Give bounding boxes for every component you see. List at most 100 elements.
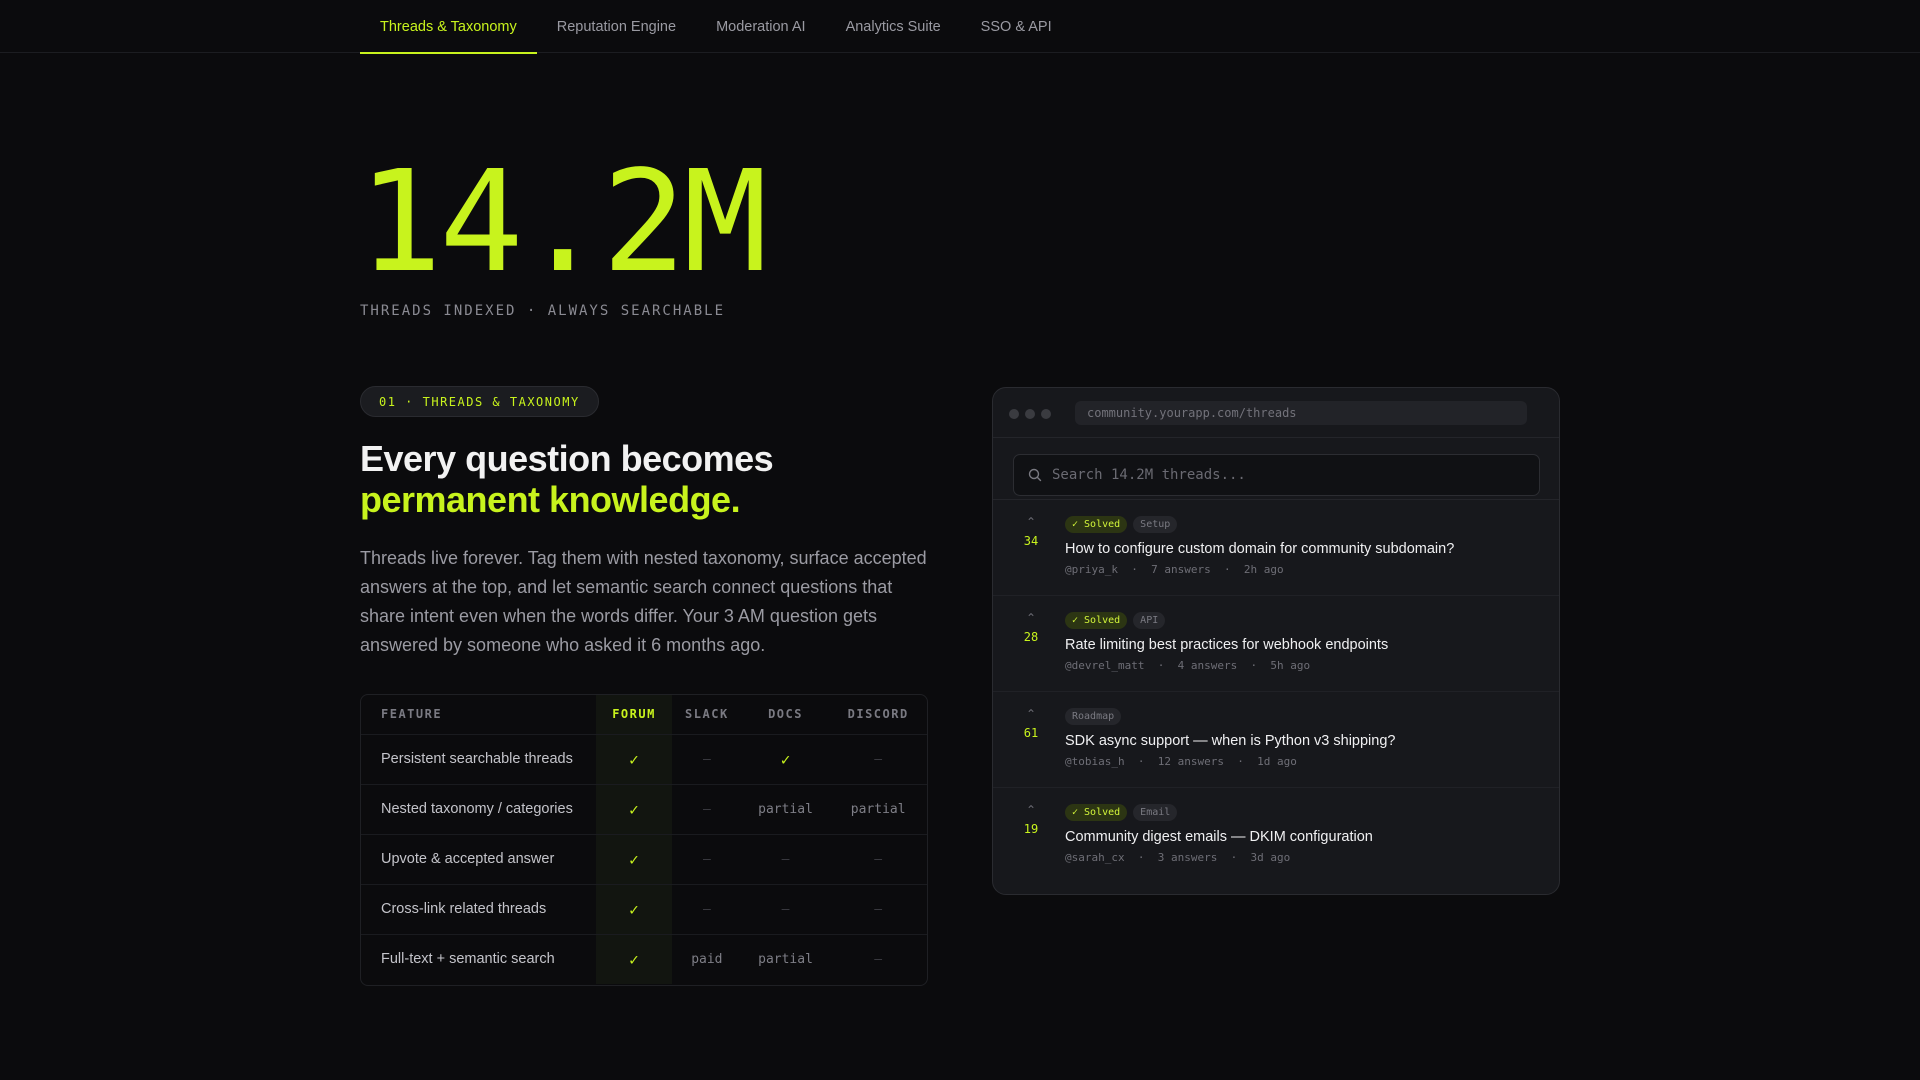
table-header-row: FEATURE FORUM SLACK DOCS DISCORD — [361, 695, 927, 735]
vote-count: 28 — [1023, 630, 1039, 644]
thread-search-box[interactable] — [1013, 454, 1540, 496]
thread-author[interactable]: @tobias_h — [1065, 755, 1125, 768]
window-dot-icon — [1009, 409, 1019, 419]
thread-time: 5h ago — [1270, 659, 1311, 672]
slack-cell: — — [672, 884, 742, 935]
thread-title[interactable]: Rate limiting best practices for webhook… — [1065, 636, 1535, 654]
feature-cell: Persistent searchable threads — [361, 734, 596, 785]
thread-time: 3d ago — [1250, 851, 1291, 864]
thread-answers: 7 answers — [1151, 563, 1211, 576]
window-dot-icon — [1041, 409, 1051, 419]
feature-tabs: Threads & Taxonomy Reputation Engine Mod… — [360, 0, 1072, 54]
section-pill: 01 · THREADS & TAXONOMY — [360, 386, 599, 417]
hero-stat-number: 14.2M — [358, 141, 767, 304]
thread-author[interactable]: @priya_k — [1065, 563, 1118, 576]
thread-author[interactable]: @sarah_cx — [1065, 851, 1125, 864]
forum-cell: ✓ — [596, 934, 672, 984]
header-forum: FORUM — [596, 695, 672, 735]
solved-badge: ✓ Solved — [1065, 612, 1128, 629]
vote-widget: ⌃ 34 — [1013, 516, 1049, 548]
thread-item[interactable]: ⌃ 28 ✓ Solved API Rate limiting best pra… — [993, 596, 1559, 692]
section-headline: Every question becomes permanent knowled… — [360, 438, 774, 520]
docs-cell: — — [741, 834, 830, 885]
thread-time: 2h ago — [1243, 563, 1284, 576]
search-icon — [1028, 468, 1042, 482]
table-row: Persistent searchable threads ✓ — ✓ — — [361, 734, 927, 785]
docs-cell: partial — [741, 784, 830, 835]
category-tag[interactable]: API — [1133, 612, 1166, 629]
address-bar[interactable]: community.yourapp.com/threads — [1075, 401, 1527, 425]
table-row: Cross-link related threads ✓ — — — — [361, 884, 927, 935]
forum-cell: ✓ — [596, 784, 672, 835]
forum-cell: ✓ — [596, 834, 672, 885]
upvote-icon[interactable]: ⌃ — [1013, 612, 1049, 624]
forum-cell: ✓ — [596, 734, 672, 785]
thread-item[interactable]: ⌃ 61 Roadmap SDK async support — when is… — [993, 692, 1559, 788]
comparison-table: FEATURE FORUM SLACK DOCS DISCORD Persist… — [360, 694, 928, 986]
header-docs: DOCS — [741, 695, 830, 735]
thread-answers: 4 answers — [1177, 659, 1238, 672]
tab-threads-taxonomy[interactable]: Threads & Taxonomy — [360, 0, 537, 54]
slack-cell: — — [672, 784, 742, 835]
vote-widget: ⌃ 28 — [1013, 612, 1049, 644]
thread-title[interactable]: SDK async support — when is Python v3 sh… — [1065, 732, 1535, 750]
forum-cell: ✓ — [596, 884, 672, 935]
thread-title[interactable]: Community digest emails — DKIM configura… — [1065, 828, 1535, 846]
upvote-icon[interactable]: ⌃ — [1013, 804, 1049, 816]
header-discord: DISCORD — [829, 695, 927, 735]
solved-badge: ✓ Solved — [1065, 804, 1128, 821]
search-input[interactable] — [1052, 467, 1532, 483]
tab-sso-api[interactable]: SSO & API — [961, 0, 1072, 53]
headline-line-1: Every question becomes — [360, 438, 774, 479]
thread-time: 1d ago — [1257, 755, 1297, 768]
discord-cell: — — [829, 734, 927, 785]
thread-answers: 3 answers — [1157, 851, 1218, 864]
table-row: Full-text + semantic search ✓ paid parti… — [361, 934, 927, 984]
table-row: Nested taxonomy / categories ✓ — partial… — [361, 784, 927, 835]
browser-titlebar: community.yourapp.com/threads — [993, 388, 1559, 438]
solved-badge: ✓ Solved — [1065, 516, 1128, 533]
tab-reputation-engine[interactable]: Reputation Engine — [537, 0, 696, 53]
thread-answers: 12 answers — [1157, 755, 1224, 768]
search-row — [993, 438, 1559, 500]
thread-meta: @tobias_h · 12 answers · 1d ago — [1065, 755, 1297, 768]
docs-cell: partial — [758, 951, 813, 967]
thread-meta: @sarah_cx · 3 answers · 3d ago — [1065, 851, 1291, 864]
feature-cell: Upvote & accepted answer — [361, 834, 596, 885]
category-tag[interactable]: Roadmap — [1065, 708, 1122, 725]
upvote-icon[interactable]: ⌃ — [1013, 708, 1049, 720]
slack-cell: paid — [691, 951, 723, 967]
vote-count: 34 — [1023, 534, 1039, 548]
table-row: Upvote & accepted answer ✓ — — — — [361, 834, 927, 885]
section-description: Threads live forever. Tag them with nest… — [360, 548, 927, 655]
vote-count: 19 — [1023, 822, 1039, 836]
thread-title[interactable]: How to configure custom domain for commu… — [1065, 540, 1535, 558]
discord-cell: partial — [829, 784, 927, 835]
discord-cell: — — [874, 951, 883, 967]
hero-stat-subtitle: THREADS INDEXED · ALWAYS SEARCHABLE — [360, 303, 726, 319]
feature-cell: Full-text + semantic search — [381, 951, 555, 968]
vote-count: 61 — [1023, 726, 1039, 740]
tab-analytics-suite[interactable]: Analytics Suite — [826, 0, 961, 53]
window-dot-icon — [1025, 409, 1035, 419]
community-preview-window: community.yourapp.com/threads ⌃ 34 ✓ Sol… — [992, 387, 1560, 895]
top-nav: Threads & Taxonomy Reputation Engine Mod… — [0, 0, 1920, 54]
thread-item[interactable]: ⌃ 19 ✓ Solved Email Community digest ema… — [993, 788, 1559, 884]
vote-widget: ⌃ 61 — [1013, 708, 1049, 740]
category-tag[interactable]: Email — [1133, 804, 1178, 821]
discord-cell: — — [829, 884, 927, 935]
category-tag[interactable]: Setup — [1133, 516, 1178, 533]
docs-cell: ✓ — [741, 734, 830, 785]
header-feature: FEATURE — [361, 695, 596, 735]
feature-cell: Nested taxonomy / categories — [361, 784, 596, 835]
tab-moderation-ai[interactable]: Moderation AI — [696, 0, 825, 53]
feature-cell: Cross-link related threads — [361, 884, 596, 935]
thread-meta: @devrel_matt · 4 answers · 5h ago — [1065, 659, 1311, 672]
discord-cell: — — [829, 834, 927, 885]
upvote-icon[interactable]: ⌃ — [1013, 516, 1049, 528]
thread-meta: @priya_k · 7 answers · 2h ago — [1065, 563, 1284, 576]
thread-item[interactable]: ⌃ 34 ✓ Solved Setup How to configure cus… — [993, 500, 1559, 596]
docs-cell: — — [741, 884, 830, 935]
thread-author[interactable]: @devrel_matt — [1065, 659, 1144, 672]
vote-widget: ⌃ 19 — [1013, 804, 1049, 836]
